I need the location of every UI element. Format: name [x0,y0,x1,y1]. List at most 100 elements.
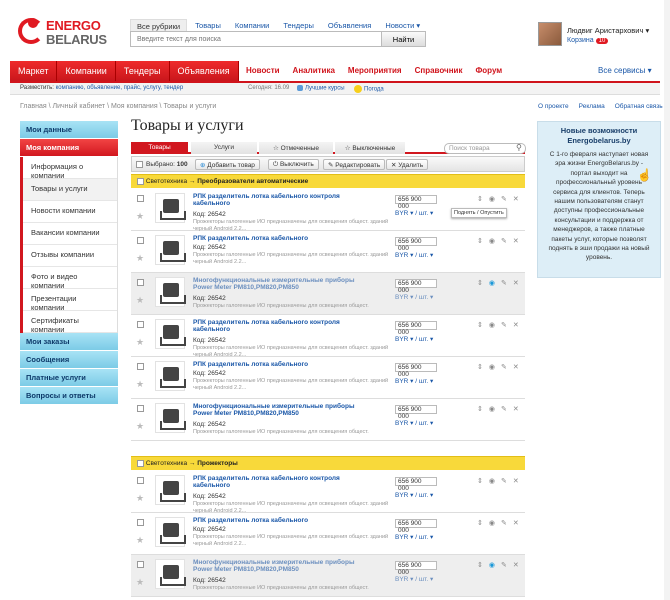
place-ad-link[interactable]: объявление, [87,85,122,91]
close-icon[interactable]: ✕ [513,405,519,413]
product-name[interactable]: РПК разделитель лотка кабельного контрол… [193,319,373,333]
nav-directory[interactable]: Справочник [415,66,463,75]
row-checkbox[interactable] [137,195,144,202]
move-arrows-icon[interactable]: ⇕ [477,519,483,527]
table-row[interactable]: ★ Многофункциональные измерительные прибо… [131,555,525,597]
place-price-link[interactable]: прайс, [124,85,142,91]
courses-link[interactable]: Лучшие курсы [297,85,345,92]
pencil-icon[interactable]: ✎ [501,405,507,413]
product-thumbnail[interactable] [155,277,186,307]
submenu-photo-video[interactable]: Фото и видео компании [23,267,117,290]
move-arrows-icon[interactable]: ⇕ [477,195,483,203]
cart-link[interactable]: Корзина 10 [567,37,609,44]
close-icon[interactable]: ✕ [513,477,519,485]
row-checkbox[interactable] [137,561,144,568]
price-input[interactable]: 656 900 000 [395,279,437,294]
price-input[interactable]: 656 900 000 [395,237,437,252]
product-name[interactable]: РПК разделитель лотка кабельного контрол… [193,475,373,489]
eye-icon[interactable]: ◉ [489,195,495,203]
star-icon[interactable]: ★ [136,535,144,546]
row-checkbox[interactable] [137,477,144,484]
feedback-link[interactable]: Обратная связь [615,103,663,110]
tab-marked[interactable]: ☆ Отмеченные [259,142,333,154]
row-checkbox[interactable] [137,237,144,244]
move-arrows-icon[interactable]: ⇕ [477,561,483,569]
scrollbar[interactable] [664,0,670,600]
star-icon[interactable]: ★ [136,253,144,264]
tab-goods[interactable]: Товары [131,142,188,154]
courses-label[interactable]: Лучшие курсы [305,86,345,92]
logo[interactable]: ENERGO BELARUS [18,16,116,48]
currency-select[interactable]: BYR ▾ [395,378,413,385]
unit-select[interactable]: шт. ▾ [419,534,433,541]
product-name[interactable]: РПК разделитель лотка кабельного [193,235,373,242]
nav-companies[interactable]: Компании [57,61,116,81]
eye-icon[interactable]: ◉ [489,279,495,287]
nav-tenders[interactable]: Тендеры [115,61,170,81]
currency-select[interactable]: BYR ▾ [395,336,413,343]
submenu-certificates[interactable]: Сертификаты компании [23,311,117,334]
category-checkbox[interactable] [137,460,144,467]
product-thumbnail[interactable] [155,235,186,265]
nav-forum[interactable]: Форум [475,66,502,75]
breadcrumb[interactable]: Главная \ Личный кабинет \ Моя компания … [20,103,216,110]
place-tender-link[interactable]: тендер [164,85,184,91]
unit-select[interactable]: шт. ▾ [419,378,433,385]
unit-select[interactable]: шт. ▾ [419,252,433,259]
menu-my-data[interactable]: Мои данные [20,121,118,139]
nav-analytics[interactable]: Аналитика [293,66,335,75]
product-thumbnail[interactable] [155,475,186,505]
edit-button[interactable]: ✎ Редактировать [323,159,386,170]
unit-select[interactable]: шт. ▾ [419,294,433,301]
pencil-icon[interactable]: ✎ [501,237,507,245]
price-input[interactable]: 656 900 000 [395,405,437,420]
product-thumbnail[interactable] [155,193,186,223]
product-name[interactable]: Многофункциональные измерительные прибор… [193,403,373,417]
row-checkbox[interactable] [137,279,144,286]
unit-select[interactable]: шт. ▾ [419,336,433,343]
product-name[interactable]: Многофункциональные измерительные прибор… [193,559,373,573]
eye-icon[interactable]: ◉ [489,321,495,329]
eye-icon[interactable]: ◉ [489,363,495,371]
menu-qa[interactable]: Вопросы и ответы [20,387,118,405]
table-row[interactable]: ★ Многофункциональные измерительные прибо… [131,273,525,315]
product-thumbnail[interactable] [155,319,186,349]
search-button[interactable]: Найти [381,32,425,46]
submenu-vacancies[interactable]: Вакансии компании [23,223,117,245]
row-checkbox[interactable] [137,321,144,328]
price-input[interactable]: 656 900 000 [395,477,437,492]
currency-select[interactable]: BYR ▾ [395,252,413,259]
product-name[interactable]: РПК разделитель лотка кабельного [193,361,373,368]
close-icon[interactable]: ✕ [513,321,519,329]
menu-messages[interactable]: Сообщения [20,351,118,369]
search-input[interactable] [131,32,381,46]
row-checkbox[interactable] [137,405,144,412]
delete-button[interactable]: ✕ Удалить [386,159,429,170]
weather-label[interactable]: Погода [364,87,384,93]
row-checkbox[interactable] [137,363,144,370]
close-icon[interactable]: ✕ [513,195,519,203]
table-row[interactable]: ★ РПК разделитель лотка кабельного контро… [131,471,525,514]
user-name[interactable]: Людвиг Аристархович ▾ [567,26,649,35]
submenu-reviews[interactable]: Отзывы компании [23,245,117,267]
submenu-company-news[interactable]: Новости компании [23,201,117,223]
price-input[interactable]: 656 900 000 [395,519,437,534]
eye-icon[interactable]: ◉ [489,519,495,527]
close-icon[interactable]: ✕ [513,237,519,245]
currency-select[interactable]: BYR ▾ [395,420,413,427]
all-services-dropdown[interactable]: Все сервисы ▾ [598,66,652,75]
add-product-button[interactable]: ⊕ Добавить товар [195,159,260,170]
star-icon[interactable]: ★ [136,295,144,306]
tab-services[interactable]: Услуги [191,142,257,154]
tab-disabled[interactable]: ☆ Выключенные [335,142,405,154]
product-thumbnail[interactable] [155,361,186,391]
currency-select[interactable]: BYR ▾ [395,534,413,541]
unit-select[interactable]: шт. ▾ [419,420,433,427]
currency-select[interactable]: BYR ▾ [395,492,413,499]
submenu-presentations[interactable]: Презентации компании [23,289,117,312]
star-icon[interactable]: ★ [136,577,144,588]
nav-events[interactable]: Мероприятия [348,66,402,75]
cart-label[interactable]: Корзина [567,37,594,44]
category-checkbox[interactable] [137,178,144,185]
price-input[interactable]: 656 900 000 [395,363,437,378]
